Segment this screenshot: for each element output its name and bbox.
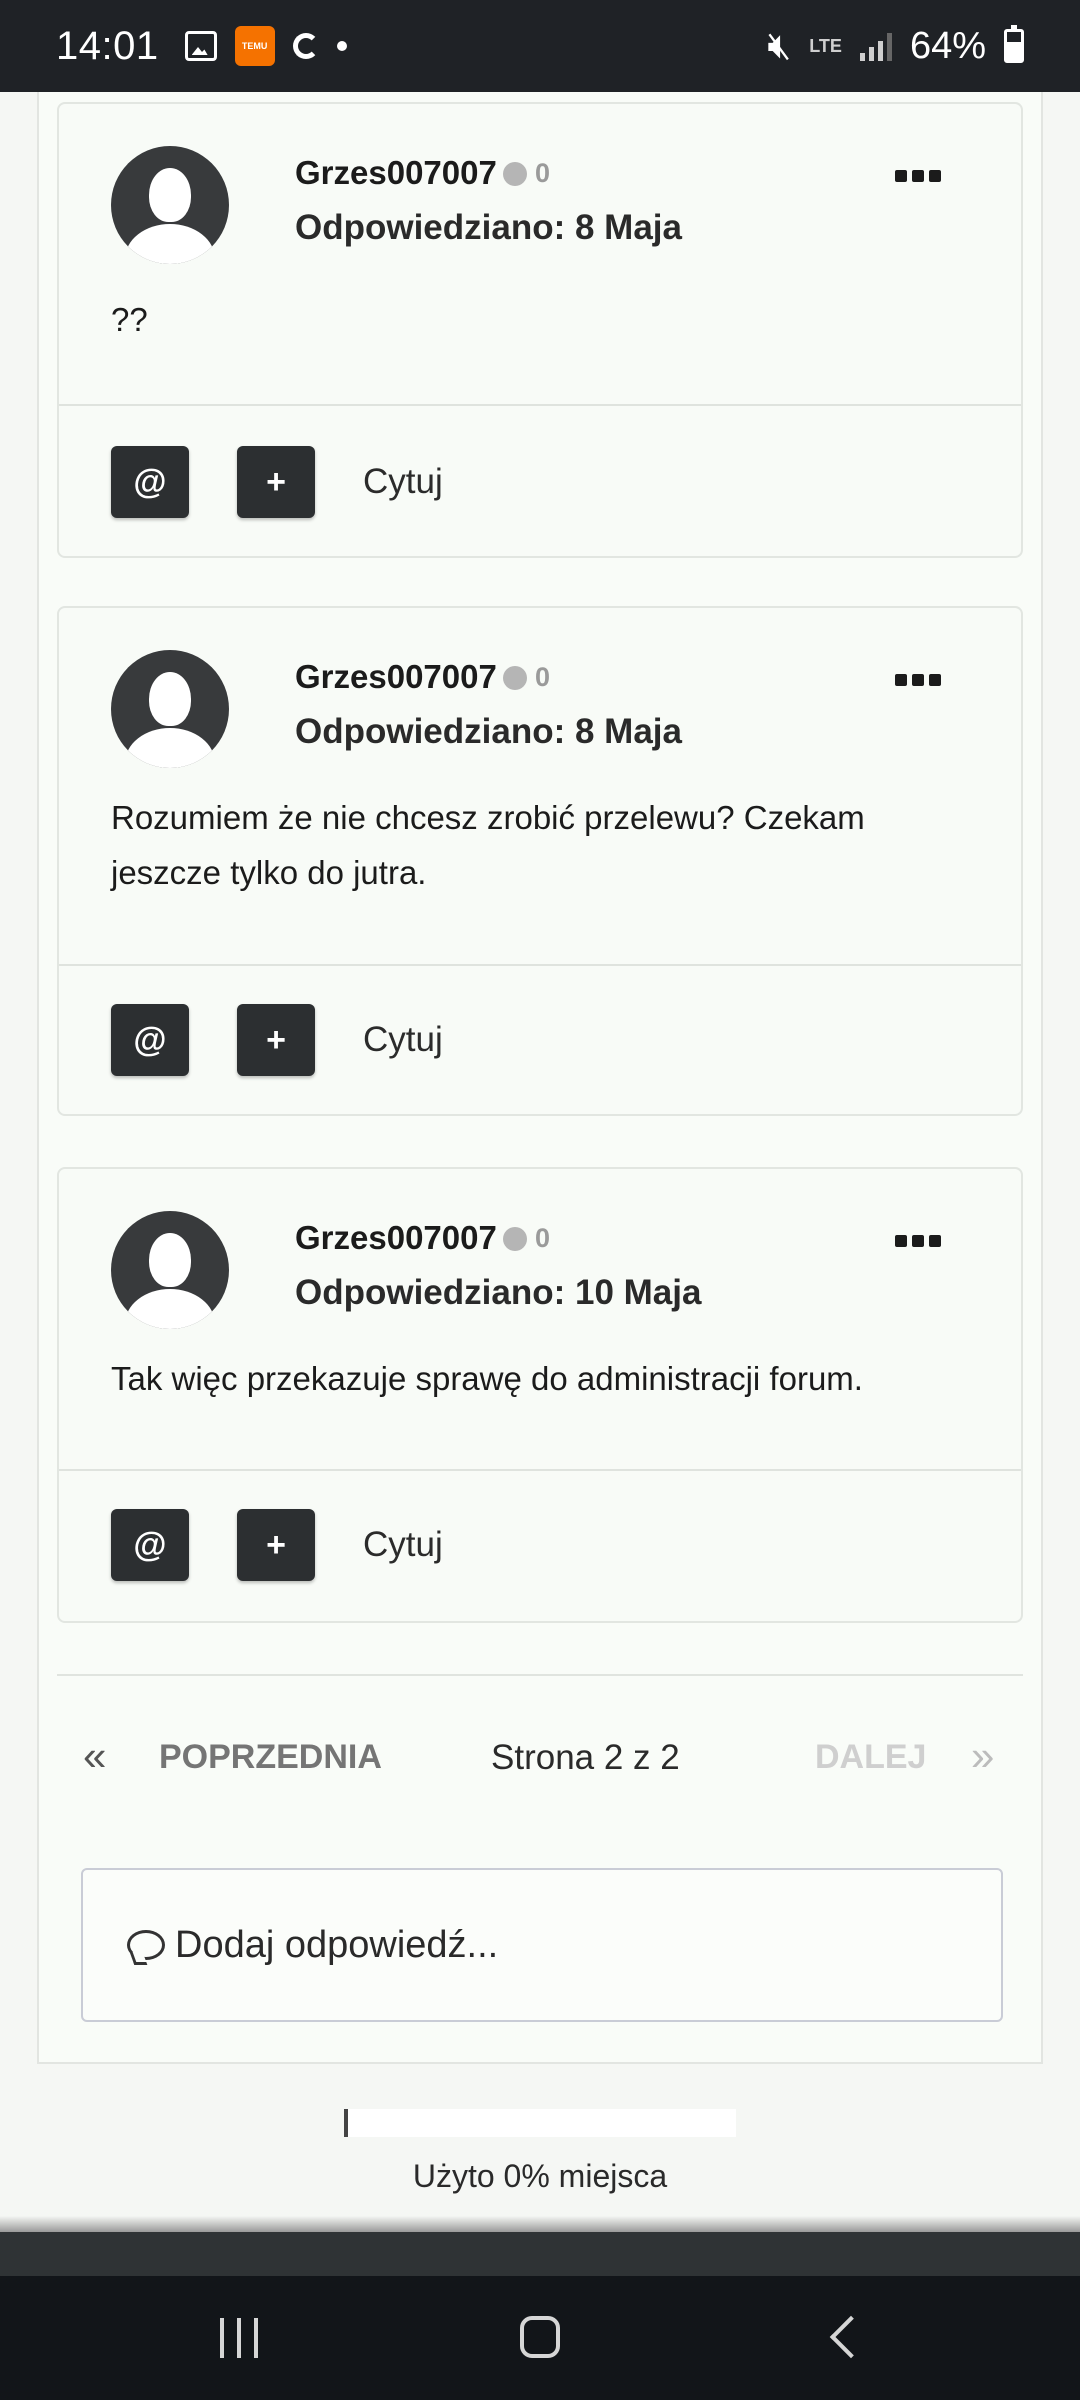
avatar[interactable] [111, 146, 229, 264]
pagination: « POPRZEDNIA Strona 2 z 2 DALEJ » [57, 1732, 1023, 1792]
post-content: Rozumiem że nie chcesz zrobić przelewu? … [111, 799, 865, 891]
mute-icon: 🔇︎ [767, 24, 792, 67]
system-icons: 🔇︎ LTE 64% [767, 25, 1024, 68]
post-actions: @ + Cytuj [111, 1509, 443, 1581]
storage-quota-label: Użyto 0% miejsca [412, 2158, 668, 2194]
back-icon[interactable] [829, 2315, 873, 2359]
storage-quota-fill [344, 2109, 348, 2137]
post-actions: @ + Cytuj [111, 1004, 443, 1076]
bottom-shadow [0, 2216, 1080, 2232]
quote-button[interactable]: Cytuj [363, 462, 443, 502]
reputation-count: 0 [535, 1223, 551, 1253]
more-options-icon[interactable] [895, 1235, 941, 1247]
more-options-icon[interactable] [895, 170, 941, 182]
battery-percent: 64% [909, 24, 986, 67]
avatar[interactable] [111, 650, 229, 768]
mention-button[interactable]: @ [111, 1004, 189, 1076]
recent-apps-icon[interactable] [220, 2318, 258, 2358]
status-bar: 14:01 TEMU 🔇︎ LTE 64% [0, 0, 1080, 92]
add-reaction-button[interactable]: + [237, 1509, 315, 1581]
temu-app-icon: TEMU [234, 26, 275, 66]
speech-bubble-icon [127, 1930, 165, 1960]
mention-button[interactable]: @ [111, 446, 189, 518]
quote-button[interactable]: Cytuj [363, 1020, 443, 1060]
topic-page: Grzes007007 0 Odpowiedziano: 8 Maja ?? @… [37, 92, 1043, 2064]
bottom-strip [0, 2232, 1080, 2276]
post-username[interactable]: Grzes007007 [295, 154, 497, 192]
post-date: Odpowiedziano: 8 Maja [295, 712, 682, 751]
page-indicator: Strona 2 z 2 [491, 1738, 680, 1777]
status-time: 14:01 [56, 23, 159, 68]
post-card: Grzes007007 0 Odpowiedziano: 10 Maja Tak… [57, 1167, 1023, 1623]
post-username[interactable]: Grzes007007 [295, 658, 497, 696]
gallery-icon [184, 31, 217, 61]
quote-button[interactable]: Cytuj [363, 1525, 443, 1565]
post-username[interactable]: Grzes007007 [295, 1219, 497, 1257]
divider [59, 964, 1021, 966]
lte-icon: LTE [809, 36, 842, 56]
post-actions: @ + Cytuj [111, 446, 443, 518]
divider [59, 404, 1021, 406]
add-reaction-button[interactable]: + [237, 446, 315, 518]
more-options-icon[interactable] [895, 674, 941, 686]
divider [59, 1469, 1021, 1471]
sync-icon [292, 33, 319, 59]
notification-icons: TEMU [184, 26, 347, 66]
reputation-dot-icon [503, 665, 527, 690]
reputation-count: 0 [535, 158, 551, 188]
post-date: Odpowiedziano: 8 Maja [295, 208, 682, 247]
storage-quota-bar [344, 2109, 736, 2137]
reply-input[interactable]: Dodaj odpowiedź... [81, 1868, 1003, 2022]
post-date: Odpowiedziano: 10 Maja [295, 1273, 702, 1312]
post-content: Tak więc przekazuje sprawę do administra… [111, 1360, 863, 1397]
reputation-count: 0 [535, 662, 551, 692]
navigation-bar [0, 2276, 1080, 2400]
prev-arrow-icon[interactable]: « [83, 1732, 106, 1780]
more-notifications-icon [336, 41, 347, 51]
prev-page-button[interactable]: POPRZEDNIA [159, 1738, 382, 1777]
next-page-button: DALEJ [815, 1738, 927, 1776]
reputation-dot-icon [503, 161, 527, 186]
post-card: Grzes007007 0 Odpowiedziano: 8 Maja ?? @… [57, 102, 1023, 558]
reputation-dot-icon [503, 1226, 527, 1251]
reply-placeholder: Dodaj odpowiedź... [175, 1923, 499, 1966]
battery-icon [1004, 25, 1024, 63]
signal-icon [859, 31, 892, 61]
reputation-badge: 0 [503, 662, 550, 693]
add-reaction-button[interactable]: + [237, 1004, 315, 1076]
post-content: ?? [111, 301, 148, 338]
post-card: Grzes007007 0 Odpowiedziano: 8 Maja Rozu… [57, 606, 1023, 1116]
home-icon[interactable] [520, 2316, 560, 2358]
mention-button[interactable]: @ [111, 1509, 189, 1581]
reputation-badge: 0 [503, 1223, 550, 1254]
avatar[interactable] [111, 1211, 229, 1329]
next-arrow-icon: » [971, 1732, 995, 1779]
reputation-badge: 0 [503, 158, 550, 189]
divider [57, 1674, 1023, 1676]
